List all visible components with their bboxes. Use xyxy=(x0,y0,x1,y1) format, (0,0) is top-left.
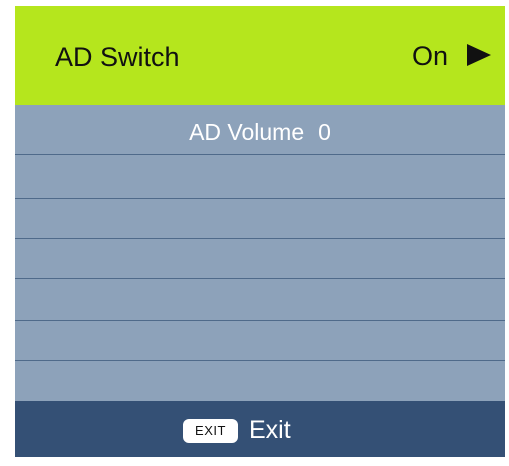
footer-bar: EXIT Exit xyxy=(15,401,505,457)
ad-switch-label: AD Switch xyxy=(55,42,180,72)
menu-list: AD Volume 0 xyxy=(15,105,505,401)
empty-row xyxy=(15,239,505,279)
ad-volume-value: 0 xyxy=(318,119,331,145)
ad-switch-row[interactable]: AD Switch On xyxy=(15,6,505,105)
exit-label: Exit xyxy=(249,416,291,444)
empty-row xyxy=(15,279,505,321)
empty-row xyxy=(15,155,505,199)
ad-settings-menu: AD Switch On AD Volume 0 EXIT Exit xyxy=(15,6,505,457)
right-arrow-icon[interactable] xyxy=(467,44,491,66)
empty-row xyxy=(15,199,505,239)
ad-switch-value[interactable]: On xyxy=(412,39,448,73)
ad-volume-row[interactable]: AD Volume 0 xyxy=(15,105,505,155)
exit-key-icon: EXIT xyxy=(183,419,238,443)
empty-row xyxy=(15,321,505,361)
ad-volume-text: AD Volume 0 xyxy=(15,118,505,146)
ad-volume-label: AD Volume xyxy=(189,119,305,145)
